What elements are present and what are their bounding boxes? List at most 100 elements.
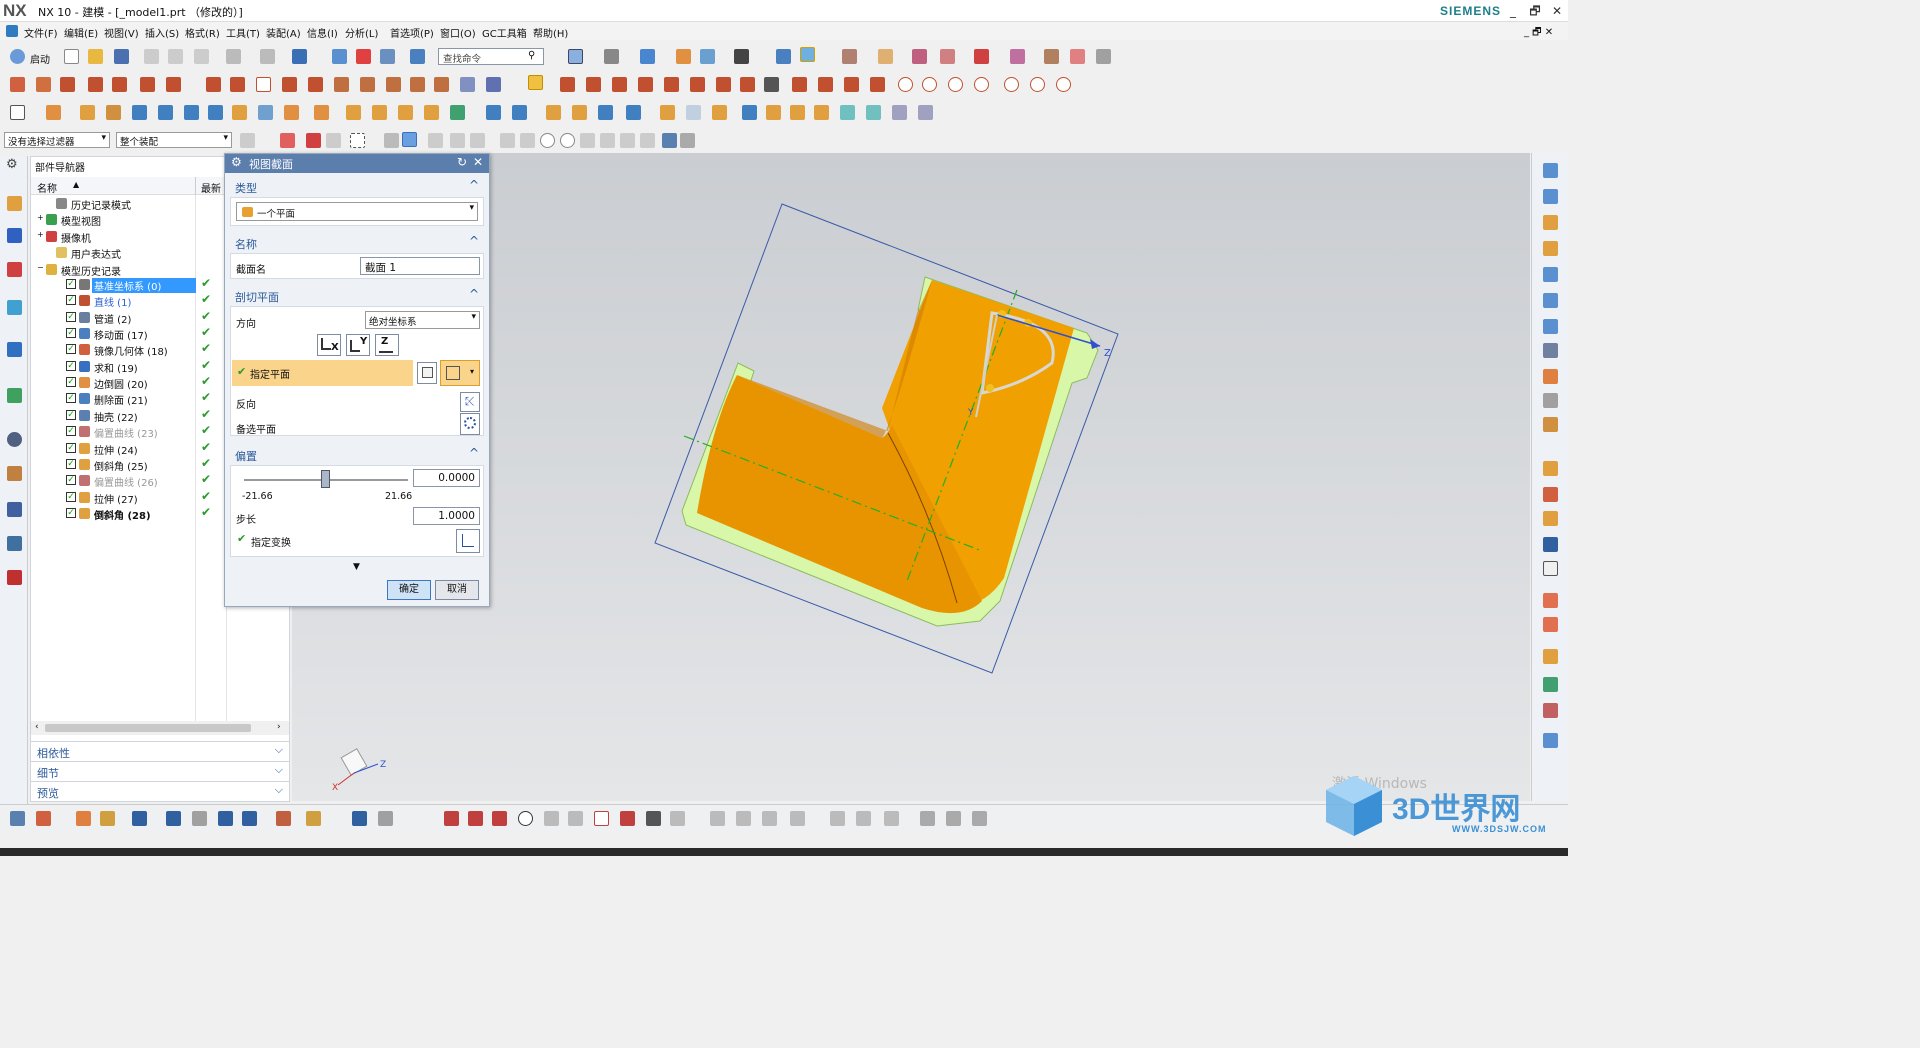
select-face-icon[interactable] <box>402 132 417 147</box>
sketch-chamfer-icon[interactable] <box>568 811 583 826</box>
offset-value-input[interactable]: 0.0000 <box>413 469 480 487</box>
visibility-checkbox[interactable]: ✓ <box>66 393 76 404</box>
sketch-rectangle-icon[interactable] <box>594 811 609 826</box>
revolve-icon[interactable] <box>80 105 95 120</box>
point-on-curve-icon[interactable] <box>600 133 615 148</box>
scroll-thumb[interactable] <box>45 724 251 732</box>
point-on-face-icon[interactable] <box>620 133 635 148</box>
snap-icon[interactable] <box>528 75 543 90</box>
select-icon[interactable] <box>332 49 347 64</box>
gear-icon[interactable]: ⚙ <box>231 155 242 169</box>
quick-extend-icon[interactable] <box>736 811 751 826</box>
bounded-grid-icon[interactable] <box>640 133 655 148</box>
history-icon[interactable] <box>7 432 22 447</box>
menu-analysis[interactable]: 分析(L) <box>345 25 378 40</box>
assembly-navigator-icon[interactable] <box>7 196 22 211</box>
snap-point-icon[interactable] <box>428 133 443 148</box>
through-curves-icon[interactable] <box>790 105 805 120</box>
start-icon[interactable] <box>10 49 25 64</box>
visibility-checkbox[interactable]: ✓ <box>66 377 76 388</box>
arc-icon[interactable] <box>230 77 245 92</box>
column-name[interactable]: 名称 <box>37 180 57 195</box>
fillet-curve-icon[interactable] <box>88 77 103 92</box>
join-curve-icon[interactable] <box>434 77 449 92</box>
measure-icon[interactable] <box>356 49 371 64</box>
app-menu-icon[interactable] <box>6 25 18 37</box>
divide-face-icon[interactable] <box>1543 649 1558 664</box>
chamfer-curve-icon[interactable] <box>140 77 155 92</box>
auto-constrain-icon[interactable] <box>884 811 899 826</box>
wcs-icon[interactable] <box>776 49 791 64</box>
menu-tools[interactable]: 工具(T) <box>226 25 260 40</box>
wcs-origin-icon[interactable] <box>36 811 51 826</box>
trim-icon[interactable] <box>36 77 51 92</box>
trim-body-icon[interactable] <box>486 105 501 120</box>
polygon-icon[interactable] <box>282 77 297 92</box>
unite-icon[interactable] <box>424 105 439 120</box>
minimize-button[interactable]: _ <box>1502 2 1524 20</box>
menu-format[interactable]: 格式(R) <box>185 25 220 40</box>
swept-icon[interactable] <box>814 105 829 120</box>
trim-sheet-icon[interactable] <box>1543 593 1558 608</box>
move-component-icon[interactable] <box>132 811 147 826</box>
inferred-constraints-icon[interactable] <box>972 811 987 826</box>
info-icon[interactable] <box>410 49 425 64</box>
deselect-icon[interactable] <box>306 133 321 148</box>
history-mode-item[interactable]: 历史记录模式 <box>31 195 226 212</box>
plane-z-button[interactable]: Z <box>375 334 399 356</box>
intersection-point-icon[interactable] <box>520 133 535 148</box>
edge-blend-icon[interactable] <box>546 105 561 120</box>
ellipse-icon[interactable] <box>690 77 705 92</box>
layer-icon[interactable] <box>380 49 395 64</box>
plane-y-button[interactable]: Y <box>346 334 370 356</box>
dialog-title-bar[interactable]: ⚙ 视图截面 ↻ ✕ <box>225 154 489 173</box>
scope-dropdown[interactable]: 整个装配 <box>116 132 232 148</box>
model-history-item[interactable]: − 模型历史记录 <box>31 261 226 278</box>
hide-icon[interactable] <box>912 49 927 64</box>
make-corner-icon[interactable] <box>762 811 777 826</box>
direction-dropdown[interactable]: 绝对坐标系 <box>365 311 480 329</box>
fillet-icon[interactable] <box>792 77 807 92</box>
thicken-sheet-icon[interactable] <box>1543 703 1558 718</box>
tube-icon[interactable] <box>1543 343 1558 358</box>
quick-trim-icon[interactable] <box>710 811 725 826</box>
menu-help[interactable]: 帮助(H) <box>533 25 568 40</box>
model-views-item[interactable]: + 模型视图 <box>31 211 226 228</box>
fill-surface-icon[interactable] <box>1543 267 1558 282</box>
global-shaping-icon[interactable] <box>1543 417 1558 432</box>
plane-dialog-button[interactable] <box>417 362 437 384</box>
offset-face-icon[interactable] <box>598 105 613 120</box>
orient-icon[interactable] <box>676 49 691 64</box>
finish-sketch-icon[interactable] <box>378 811 393 826</box>
cut-plane-group-header[interactable]: 剖切平面 ^ <box>230 285 484 306</box>
hole-icon[interactable] <box>106 105 121 120</box>
group-icon[interactable] <box>1044 49 1059 64</box>
synchronous-icon[interactable] <box>766 105 781 120</box>
redo-icon[interactable] <box>260 49 275 64</box>
menu-window[interactable]: 窗口(O) <box>440 25 476 40</box>
chamfer-feature-icon[interactable] <box>572 105 587 120</box>
shell-icon[interactable] <box>372 105 387 120</box>
subtract-icon[interactable] <box>450 105 465 120</box>
existing-point-icon[interactable] <box>580 133 595 148</box>
close-button[interactable]: ✕ <box>1546 2 1568 20</box>
process-studio-icon[interactable] <box>7 502 22 517</box>
split-body-icon[interactable] <box>512 105 527 120</box>
block-icon[interactable] <box>132 105 147 120</box>
doc-minimize-icon[interactable]: _ 🗗 ✕ <box>1524 25 1553 42</box>
untrim-icon[interactable] <box>1543 617 1558 632</box>
part-navigator-icon[interactable] <box>7 262 22 277</box>
geometric-constraint-icon[interactable] <box>830 811 845 826</box>
search-icon[interactable]: ⚲ <box>528 50 535 61</box>
paste-icon[interactable] <box>194 49 209 64</box>
draft-icon[interactable] <box>346 105 361 120</box>
circle-2-icon[interactable] <box>922 77 937 92</box>
text-icon[interactable] <box>740 77 755 92</box>
sketch-line-icon[interactable] <box>468 811 483 826</box>
cone-icon[interactable] <box>184 105 199 120</box>
midpoint-icon[interactable] <box>470 133 485 148</box>
mirror-curve-icon[interactable] <box>486 77 501 92</box>
tool-x-icon[interactable] <box>680 133 695 148</box>
visibility-checkbox[interactable]: ✓ <box>66 442 76 453</box>
show-only-icon[interactable] <box>76 811 91 826</box>
